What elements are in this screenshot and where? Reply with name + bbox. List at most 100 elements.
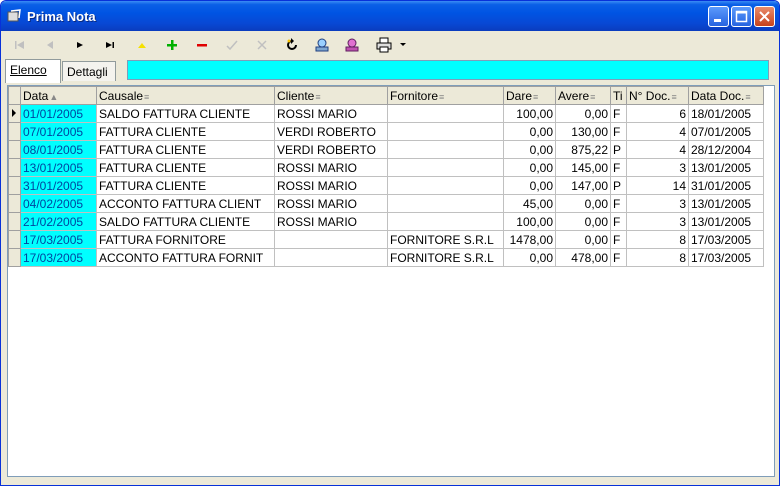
next-record-button[interactable] [69,34,91,56]
first-record-button[interactable] [9,34,31,56]
delete-record-button[interactable] [191,34,213,56]
table-cell[interactable]: FORNITORE S.R.L [387,248,504,267]
table-cell[interactable]: 6 [626,104,689,123]
table-cell[interactable] [387,176,504,195]
row-indicator[interactable] [8,194,21,213]
table-cell[interactable]: ROSSI MARIO [274,212,388,231]
post-button[interactable] [221,34,243,56]
row-indicator[interactable] [8,140,21,159]
table-cell[interactable]: 0,00 [555,194,611,213]
table-cell[interactable]: ROSSI MARIO [274,194,388,213]
row-indicator[interactable] [8,176,21,195]
column-header[interactable]: Data Doc.≡ [688,86,764,105]
table-cell[interactable]: F [610,212,627,231]
table-cell[interactable]: F [610,122,627,141]
last-record-button[interactable] [99,34,121,56]
table-cell[interactable] [274,248,388,267]
refresh-button[interactable] [281,34,303,56]
row-indicator[interactable] [8,104,21,123]
table-cell[interactable]: 478,00 [555,248,611,267]
table-cell[interactable]: 07/01/2005 [688,122,764,141]
table-cell[interactable] [387,140,504,159]
table-cell[interactable]: 13/01/2005 [20,158,97,177]
table-cell[interactable]: 08/01/2005 [20,140,97,159]
table-cell[interactable]: 17/03/2005 [20,248,97,267]
table-row[interactable]: 07/01/2005 FATTURA CLIENTE VERDI ROBERTO 0,… [8,122,764,141]
table-cell[interactable] [387,212,504,231]
table-cell[interactable]: 04/02/2005 [20,194,97,213]
table-row[interactable]: 31/01/2005 FATTURA CLIENTE ROSSI MARIO 0,00… [8,176,764,195]
row-indicator[interactable] [8,158,21,177]
table-cell[interactable]: 28/12/2004 [688,140,764,159]
column-header[interactable]: Data▲ [20,86,97,105]
table-cell[interactable]: FATTURA CLIENTE [96,122,275,141]
table-cell[interactable]: 18/01/2005 [688,104,764,123]
row-indicator[interactable] [8,122,21,141]
column-header[interactable]: Ti [610,86,627,105]
table-cell[interactable]: 1478,00 [503,230,556,249]
table-cell[interactable] [387,122,504,141]
table-cell[interactable]: 21/02/2005 [20,212,97,231]
print-button[interactable] [373,34,395,56]
table-cell[interactable]: 13/01/2005 [688,212,764,231]
minimize-button[interactable] [708,6,729,27]
table-cell[interactable]: 0,00 [555,230,611,249]
tab-elenco[interactable]: Elenco [5,59,61,83]
column-header[interactable]: Avere≡ [555,86,611,105]
table-cell[interactable]: 31/01/2005 [20,176,97,195]
table-cell[interactable]: F [610,230,627,249]
table-cell[interactable]: 0,00 [503,176,556,195]
add-record-button[interactable] [161,34,183,56]
row-indicator[interactable] [8,212,21,231]
table-cell[interactable] [387,194,504,213]
table-cell[interactable]: ACCONTO FATTURA FORNIT [96,248,275,267]
table-cell[interactable]: 4 [626,122,689,141]
table-cell[interactable]: 147,00 [555,176,611,195]
table-cell[interactable]: 100,00 [503,212,556,231]
table-cell[interactable]: 45,00 [503,194,556,213]
table-cell[interactable]: FORNITORE S.R.L [387,230,504,249]
column-header[interactable]: Dare≡ [503,86,556,105]
table-cell[interactable]: F [610,194,627,213]
table-cell[interactable]: 13/01/2005 [688,158,764,177]
title-bar[interactable]: Prima Nota [1,1,779,31]
table-cell[interactable]: 01/01/2005 [20,104,97,123]
table-row[interactable]: 01/01/2005 SALDO FATTURA CLIENTE ROSSI MAR… [8,104,764,123]
table-row[interactable]: 08/01/2005 FATTURA CLIENTE VERDI ROBERTO 0,… [8,140,764,159]
table-cell[interactable]: FATTURA CLIENTE [96,158,275,177]
tab-dettagli[interactable]: Dettagli [62,61,116,81]
table-cell[interactable]: 31/01/2005 [688,176,764,195]
table-cell[interactable]: 8 [626,248,689,267]
table-cell[interactable]: VERDI ROBERTO [274,122,388,141]
column-header[interactable]: Cliente≡ [274,86,388,105]
table-cell[interactable]: SALDO FATTURA CLIENTE [96,104,275,123]
table-cell[interactable]: 8 [626,230,689,249]
table-cell[interactable]: 0,00 [503,248,556,267]
table-cell[interactable]: 100,00 [503,104,556,123]
table-cell[interactable]: 130,00 [555,122,611,141]
table-cell[interactable]: 0,00 [555,104,611,123]
table-cell[interactable]: F [610,158,627,177]
table-cell[interactable]: 14 [626,176,689,195]
table-row[interactable]: 04/02/2005 ACCONTO FATTURA CLIENT ROSSI MA… [8,194,764,213]
table-cell[interactable]: ACCONTO FATTURA CLIENT [96,194,275,213]
table-cell[interactable]: FATTURA FORNITORE [96,230,275,249]
cancel-button[interactable] [251,34,273,56]
table-cell[interactable]: 17/03/2005 [688,248,764,267]
table-cell[interactable]: SALDO FATTURA CLIENTE [96,212,275,231]
table-cell[interactable]: 17/03/2005 [20,230,97,249]
column-header[interactable]: Fornitore≡ [387,86,504,105]
table-row[interactable]: 17/03/2005 FATTURA FORNITORE FORNITORE S.R… [8,230,764,249]
table-cell[interactable]: 3 [626,158,689,177]
close-button[interactable] [754,6,775,27]
table-cell[interactable]: 0,00 [555,212,611,231]
insert-up-button[interactable] [131,34,153,56]
column-header[interactable]: N° Doc.≡ [626,86,689,105]
print-setup-button[interactable] [341,34,363,56]
table-cell[interactable]: 0,00 [503,158,556,177]
table-cell[interactable]: 17/03/2005 [688,230,764,249]
table-cell[interactable]: 145,00 [555,158,611,177]
maximize-button[interactable] [731,6,752,27]
table-cell[interactable]: P [610,140,627,159]
table-cell[interactable]: VERDI ROBERTO [274,140,388,159]
